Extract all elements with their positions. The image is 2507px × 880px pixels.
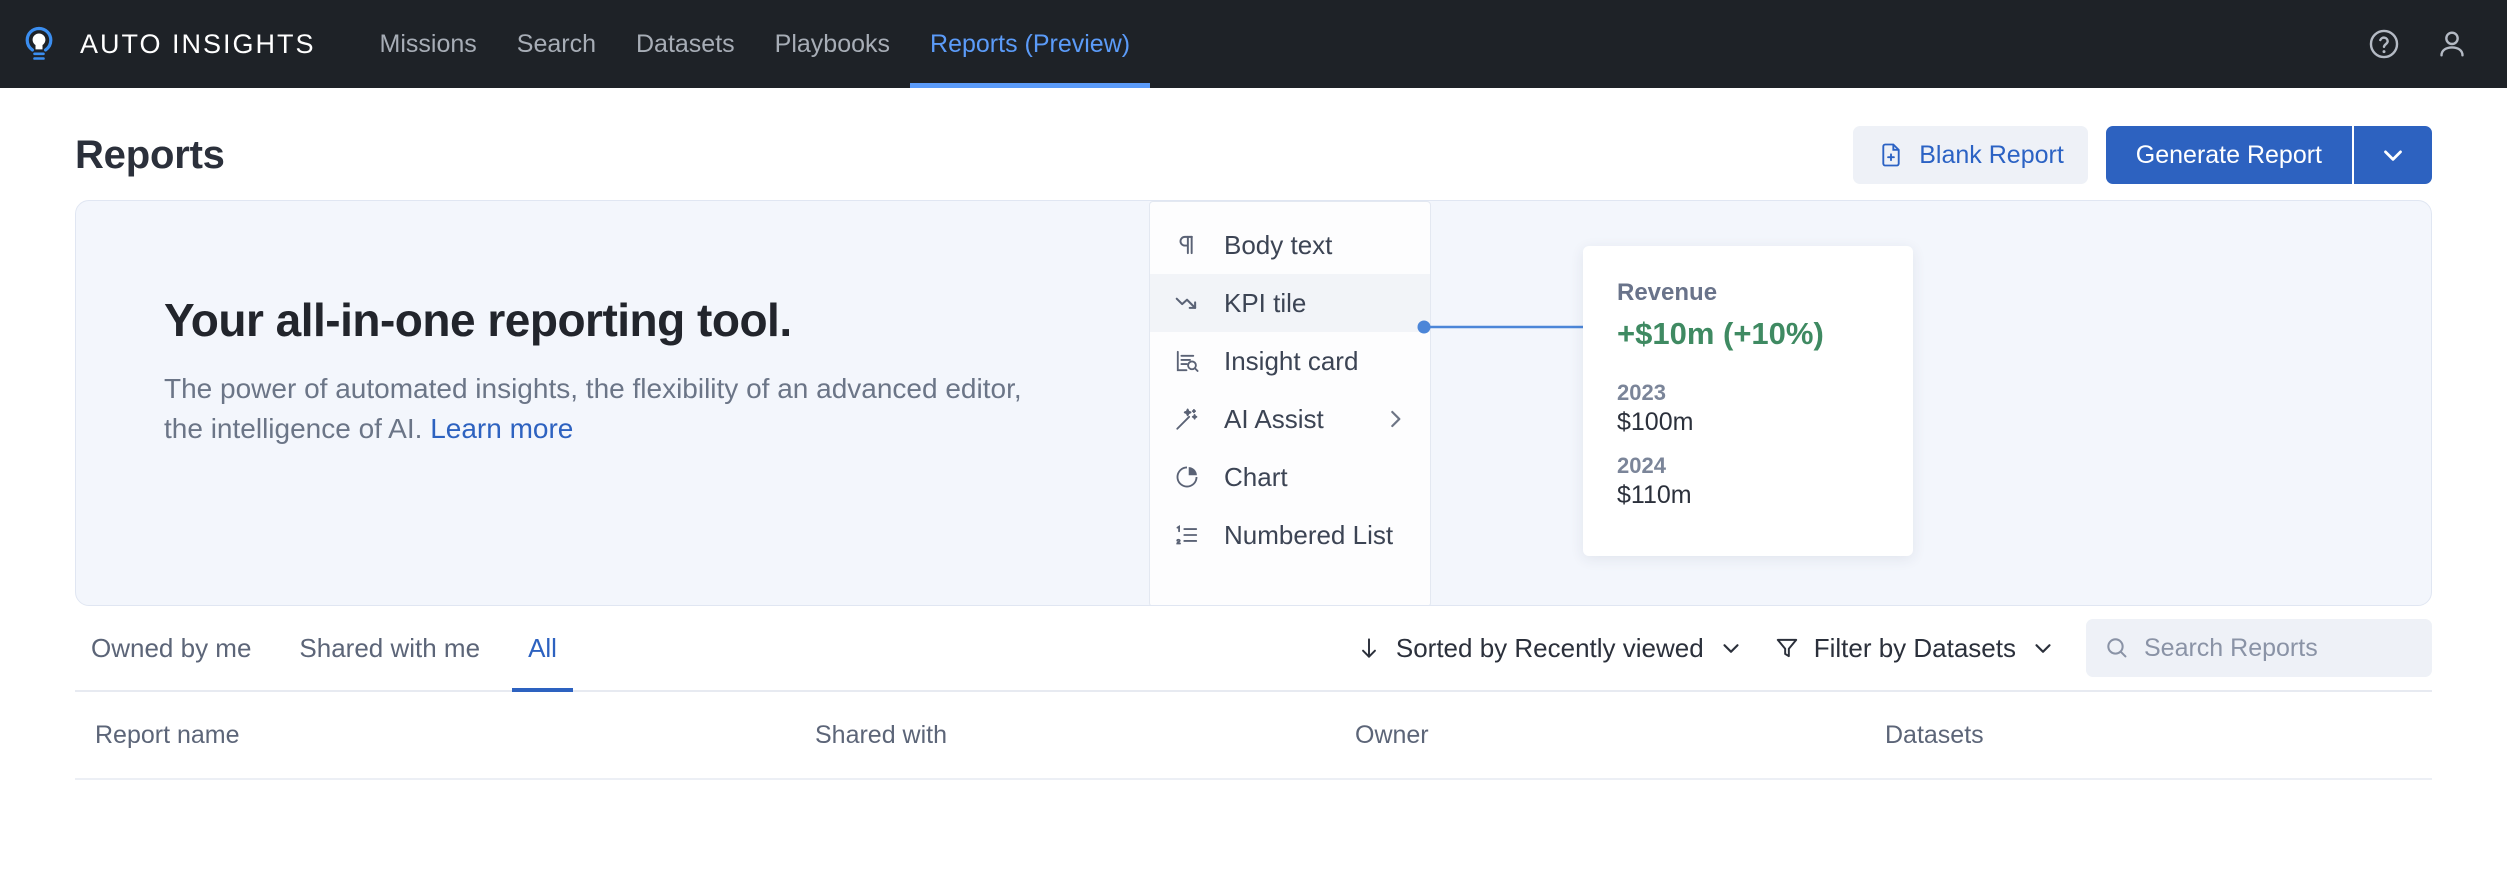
hero-banner: Your all-in-one reporting tool. The powe… <box>75 200 2432 606</box>
hero-copy: Your all-in-one reporting tool. The powe… <box>164 293 1064 449</box>
column-header-report-name[interactable]: Report name <box>75 721 815 750</box>
reports-page: Reports Blank Report Generate Report <box>0 88 2507 780</box>
help-circle-icon[interactable] <box>2367 27 2401 61</box>
trend-down-icon <box>1172 288 1202 318</box>
column-header-datasets[interactable]: Datasets <box>1885 721 2432 750</box>
nav-item-search[interactable]: Search <box>497 0 616 88</box>
nav-right-actions <box>2367 27 2469 61</box>
chevron-down-icon <box>2378 140 2408 170</box>
column-header-owner[interactable]: Owner <box>1355 721 1885 750</box>
menu-item-label: Insight card <box>1224 346 1358 377</box>
filter-label: Filter by Datasets <box>1814 633 2016 664</box>
kpi-delta: +$10m (+10%) <box>1617 316 1913 352</box>
user-avatar-icon[interactable] <box>2435 27 2469 61</box>
page-title: Reports <box>75 133 225 178</box>
kpi-row: 2024 $110m <box>1617 453 1913 510</box>
hero-subtitle: The power of automated insights, the fle… <box>164 369 1064 449</box>
sort-label: Sorted by Recently viewed <box>1396 633 1704 664</box>
menu-item-label: Body text <box>1224 230 1332 261</box>
kpi-rows: 2023 $100m 2024 $110m <box>1617 380 1913 510</box>
brand-logo[interactable]: AUTO INSIGHTS <box>0 0 316 88</box>
chevron-down-icon <box>2030 635 2056 661</box>
menu-item-label: KPI tile <box>1224 288 1306 319</box>
chevron-right-icon <box>1382 406 1408 432</box>
lightbulb-icon <box>18 23 60 65</box>
kpi-year: 2024 <box>1617 453 1913 479</box>
generate-report-button[interactable]: Generate Report <box>2106 126 2352 184</box>
numbered-list-icon <box>1172 520 1202 550</box>
filter-control[interactable]: Filter by Datasets <box>1774 633 2056 664</box>
kpi-preview-card: Revenue +$10m (+10%) 2023 $100m 2024 $11… <box>1583 246 1913 556</box>
paragraph-icon <box>1172 230 1202 260</box>
reports-list-toolbar: Owned by me Shared with me All Sorted by… <box>75 606 2432 692</box>
search-input[interactable] <box>2144 634 2414 663</box>
ownership-tabs: Owned by me Shared with me All <box>75 606 589 690</box>
nav-item-reports[interactable]: Reports (Preview) <box>910 0 1150 88</box>
kpi-row: 2023 $100m <box>1617 380 1913 437</box>
insight-card-icon <box>1172 346 1202 376</box>
hero-title: Your all-in-one reporting tool. <box>164 293 1064 347</box>
insert-block-menu: Body text KPI tile <box>1149 201 1431 606</box>
menu-item-body-text[interactable]: Body text <box>1150 216 1430 274</box>
menu-item-chart[interactable]: Chart <box>1150 448 1430 506</box>
arrow-down-icon <box>1356 635 1382 661</box>
menu-item-label: Numbered List <box>1224 520 1393 551</box>
pie-chart-icon <box>1172 462 1202 492</box>
hero-subtitle-text: The power of automated insights, the fle… <box>164 373 1022 444</box>
menu-item-kpi-tile[interactable]: KPI tile <box>1150 274 1430 332</box>
nav-item-datasets[interactable]: Datasets <box>616 0 755 88</box>
funnel-icon <box>1774 635 1800 661</box>
kpi-value: $100m <box>1617 408 1913 437</box>
search-icon <box>2104 635 2130 661</box>
menu-item-ai-assist[interactable]: AI Assist <box>1150 390 1430 448</box>
tab-shared-with-me[interactable]: Shared with me <box>283 606 496 690</box>
tab-all[interactable]: All <box>512 606 573 690</box>
menu-item-label: Chart <box>1224 462 1288 493</box>
nav-item-missions[interactable]: Missions <box>360 0 497 88</box>
menu-item-numbered-list[interactable]: Numbered List <box>1150 506 1430 564</box>
primary-nav: Missions Search Datasets Playbooks Repor… <box>360 0 1151 88</box>
sort-control[interactable]: Sorted by Recently viewed <box>1356 633 1744 664</box>
header-actions: Blank Report Generate Report <box>1853 126 2432 184</box>
chevron-down-icon <box>1718 635 1744 661</box>
nav-item-playbooks[interactable]: Playbooks <box>755 0 910 88</box>
column-header-shared-with[interactable]: Shared with <box>815 721 1355 750</box>
kpi-year: 2023 <box>1617 380 1913 406</box>
search-reports-box[interactable] <box>2086 619 2432 677</box>
page-header: Reports Blank Report Generate Report <box>75 88 2432 200</box>
kpi-label: Revenue <box>1617 279 1913 307</box>
generate-report-group: Generate Report <box>2106 126 2432 184</box>
toolbar-right: Sorted by Recently viewed Filter by Data… <box>1356 619 2432 677</box>
kpi-value: $110m <box>1617 481 1913 510</box>
brand-name: AUTO INSIGHTS <box>80 29 316 60</box>
blank-report-button[interactable]: Blank Report <box>1853 126 2088 184</box>
blank-report-label: Blank Report <box>1919 141 2064 170</box>
menu-item-insight-card[interactable]: Insight card <box>1150 332 1430 390</box>
reports-table-header: Report name Shared with Owner Datasets <box>75 692 2432 780</box>
generate-report-dropdown-toggle[interactable] <box>2352 126 2432 184</box>
top-navigation-bar: AUTO INSIGHTS Missions Search Datasets P… <box>0 0 2507 88</box>
learn-more-link[interactable]: Learn more <box>430 413 573 444</box>
menu-item-label: AI Assist <box>1224 404 1324 435</box>
tab-owned-by-me[interactable]: Owned by me <box>75 606 267 690</box>
file-plus-icon <box>1877 141 1905 169</box>
generate-report-label: Generate Report <box>2136 141 2322 170</box>
magic-wand-icon <box>1172 404 1202 434</box>
